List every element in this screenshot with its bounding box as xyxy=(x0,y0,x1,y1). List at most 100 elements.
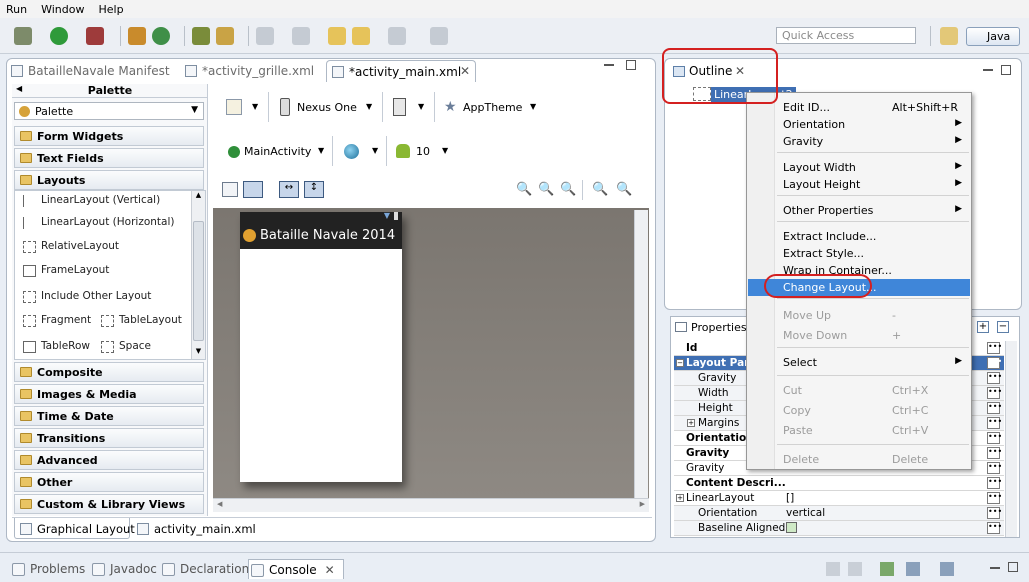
run-icon[interactable] xyxy=(50,27,68,45)
orientation-icon[interactable] xyxy=(393,98,406,116)
api-level-selector[interactable]: 10 xyxy=(416,145,430,158)
menu-item-move-up[interactable]: Move Up - xyxy=(748,307,970,324)
menu-item-other-properties[interactable]: Other Properties ▶ xyxy=(748,202,970,219)
scroll-thumb[interactable] xyxy=(193,221,204,341)
chevron-down-icon[interactable]: ▼ xyxy=(252,102,258,111)
collapse-left-icon[interactable]: ◀ xyxy=(16,84,22,93)
theme-selector[interactable]: AppTheme xyxy=(463,101,522,114)
palette-item-frame[interactable]: FrameLayout xyxy=(21,261,109,281)
property-edit-button[interactable]: ••• xyxy=(987,462,1002,474)
palette-item-tablelayout[interactable]: TableLayout xyxy=(99,311,182,331)
new-console-icon[interactable] xyxy=(940,562,954,576)
scroll-lock-icon[interactable] xyxy=(848,562,862,576)
phone-preview[interactable]: ▼ Bataille Navale 2014 xyxy=(240,212,402,482)
tab-console[interactable]: Console ✕ xyxy=(248,559,344,579)
expand-toggle-icon[interactable]: − xyxy=(676,359,684,367)
palette-item-fragment[interactable]: Fragment xyxy=(21,311,91,331)
canvas-vertical-scrollbar[interactable] xyxy=(634,210,648,498)
close-icon[interactable]: ✕ xyxy=(325,563,335,577)
property-edit-button[interactable]: ••• xyxy=(987,447,1002,459)
toggle-fill-width-icon[interactable]: ↔ xyxy=(279,181,299,198)
palette-item-linear-horizontal[interactable]: LinearLayout (Horizontal) xyxy=(21,213,174,233)
minimize-icon[interactable] xyxy=(983,69,993,71)
property-edit-button[interactable]: ••• xyxy=(987,522,1002,534)
property-edit-button[interactable]: ••• xyxy=(987,342,1002,354)
category-custom-library[interactable]: Custom & Library Views xyxy=(14,494,204,514)
toggle-fill-height-icon[interactable]: ↕ xyxy=(304,181,324,198)
forward-icon[interactable] xyxy=(388,27,406,45)
category-transitions[interactable]: Transitions xyxy=(14,428,204,448)
minimize-icon[interactable] xyxy=(604,64,614,66)
tab-javadoc[interactable]: Javadoc xyxy=(90,559,157,579)
property-edit-button[interactable]: ••• xyxy=(987,372,1002,384)
java-perspective-button[interactable]: Java xyxy=(966,27,1020,46)
locale-globe-icon[interactable] xyxy=(344,144,359,159)
category-composite[interactable]: Composite xyxy=(14,362,204,382)
property-row[interactable]: Orientation vertical ••• xyxy=(674,506,1004,521)
category-text-fields[interactable]: Text Fields xyxy=(14,148,204,168)
zoom-out-icon[interactable]: 🔍 xyxy=(592,182,608,197)
menu-window[interactable]: Window xyxy=(41,3,84,16)
tab-problems[interactable]: Problems xyxy=(10,559,85,579)
category-time-date[interactable]: Time & Date xyxy=(14,406,204,426)
tab-xml-source[interactable]: activity_main.xml xyxy=(132,518,256,540)
maximize-icon[interactable] xyxy=(1008,562,1018,572)
property-edit-button[interactable]: ••• xyxy=(987,387,1002,399)
maximize-icon[interactable] xyxy=(626,60,636,70)
expand-toggle-icon[interactable]: + xyxy=(687,419,695,427)
properties-scrollbar[interactable] xyxy=(1005,341,1017,537)
menu-item-edit-id[interactable]: Edit ID... Alt+Shift+R xyxy=(748,99,970,116)
search-icon[interactable] xyxy=(216,27,234,45)
zoom-100-icon[interactable]: 🔍 xyxy=(560,182,576,197)
activity-selector[interactable]: MainActivity xyxy=(244,145,311,158)
chevron-down-icon[interactable]: ▼ xyxy=(418,102,424,111)
menu-item-delete[interactable]: Delete Delete xyxy=(748,451,970,468)
menu-item-select[interactable]: Select ▶ xyxy=(748,354,970,371)
close-icon[interactable]: ✕ xyxy=(460,64,470,78)
quick-access-input[interactable]: Quick Access xyxy=(776,27,916,44)
property-edit-button[interactable]: ••• xyxy=(987,432,1002,444)
maximize-icon[interactable] xyxy=(1001,65,1011,75)
palette-item-tablerow[interactable]: TableRow xyxy=(21,337,90,357)
open-type-icon[interactable] xyxy=(192,27,210,45)
open-perspective-icon[interactable] xyxy=(940,27,958,45)
zoom-fit-icon[interactable]: 🔍 xyxy=(516,182,532,197)
back-icon[interactable] xyxy=(352,27,370,45)
annotation-icon[interactable] xyxy=(256,27,274,45)
palette-item-space[interactable]: Space xyxy=(99,337,151,357)
chevron-down-icon[interactable]: ▼ xyxy=(530,102,536,111)
menu-item-orientation[interactable]: Orientation ▶ xyxy=(748,116,970,133)
config-file-icon[interactable] xyxy=(226,99,242,115)
property-row[interactable]: Content Descri... ••• xyxy=(674,476,1004,491)
property-edit-button[interactable]: ••• xyxy=(987,507,1002,519)
canvas-horizontal-scrollbar[interactable]: ◀ ▶ xyxy=(213,498,649,512)
menu-run[interactable]: Run xyxy=(6,3,27,16)
collapse-all-icon[interactable]: − xyxy=(997,321,1009,333)
property-edit-button[interactable]: ••• xyxy=(987,357,1002,369)
property-value[interactable]: [] xyxy=(786,492,794,504)
menu-item-cut[interactable]: Cut Ctrl+X xyxy=(748,382,970,399)
layout-vertical-icon[interactable] xyxy=(243,181,263,198)
scroll-down-icon[interactable]: ▼ xyxy=(193,347,204,359)
open-console-icon[interactable] xyxy=(880,562,894,576)
menu-help[interactable]: Help xyxy=(98,3,123,16)
menu-item-gravity[interactable]: Gravity ▶ xyxy=(748,133,970,150)
chevron-down-icon[interactable]: ▼ xyxy=(442,146,448,155)
property-row[interactable]: LinearLayout + [] ••• xyxy=(674,491,1004,506)
property-edit-button[interactable]: ••• xyxy=(987,477,1002,489)
display-console-icon[interactable] xyxy=(906,562,920,576)
scroll-up-icon[interactable]: ▲ xyxy=(193,191,204,203)
menu-item-extract-style[interactable]: Extract Style... xyxy=(748,245,970,262)
property-edit-button[interactable]: ••• xyxy=(987,417,1002,429)
expand-all-icon[interactable]: + xyxy=(977,321,989,333)
category-images-media[interactable]: Images & Media xyxy=(14,384,204,404)
pin-editor-icon[interactable] xyxy=(430,27,448,45)
palette-item-linear-vertical[interactable]: LinearLayout (Vertical) xyxy=(21,191,160,211)
new-java-package-icon[interactable] xyxy=(128,27,146,45)
category-other[interactable]: Other xyxy=(14,472,204,492)
palette-item-include[interactable]: Include Other Layout xyxy=(21,287,151,307)
next-annotation-icon[interactable] xyxy=(292,27,310,45)
palette-scrollbar[interactable]: ▲ ▼ xyxy=(191,191,205,359)
chevron-down-icon[interactable]: ▼ xyxy=(318,146,324,155)
menu-item-layout-height[interactable]: Layout Height ▶ xyxy=(748,176,970,193)
